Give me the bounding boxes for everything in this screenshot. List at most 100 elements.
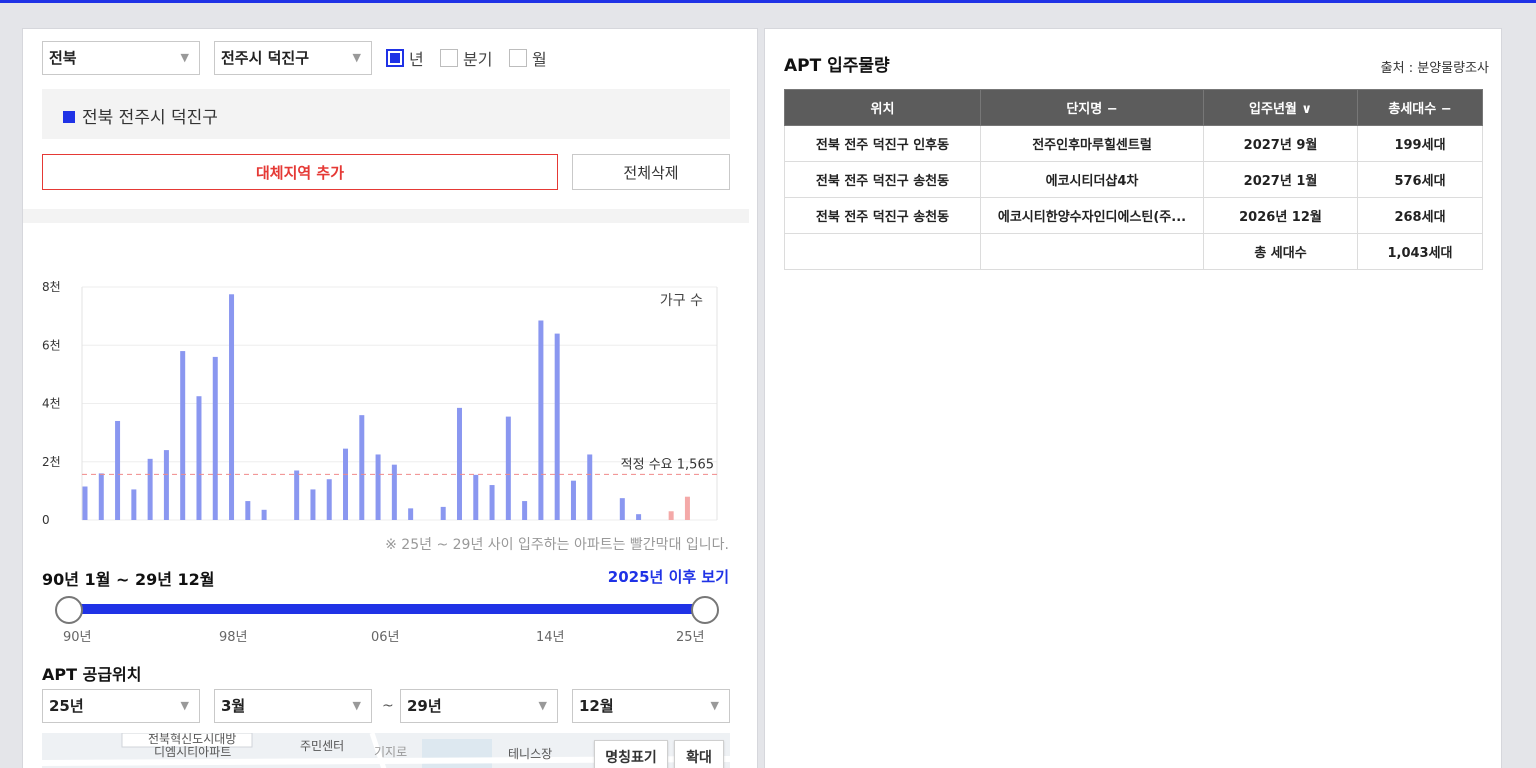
chart-bar	[554, 333, 560, 520]
apt-move-in-table: 위치 단지명 − 입주년월 ∨ 총세대수 − 전북 전주 덕진구 인후동 전주인…	[784, 89, 1483, 270]
chart-bar	[212, 356, 218, 520]
chart-bar	[684, 496, 690, 520]
cell-complex: 전주인후마루힐센트럴	[980, 125, 1204, 162]
table-header-row: 위치 단지명 − 입주년월 ∨ 총세대수 −	[784, 89, 1483, 126]
cell-empty	[980, 233, 1204, 270]
chart-bar	[343, 448, 349, 520]
cell-location: 전북 전주 덕진구 송천동	[784, 197, 981, 234]
chevron-down-icon: ▼	[352, 51, 361, 64]
city-select[interactable]: 전주시 덕진구 ▼	[214, 41, 372, 75]
top-accent-bar	[0, 0, 1536, 3]
province-select[interactable]: 전북 ▼	[42, 41, 200, 75]
y-tick-label: 6천	[42, 337, 61, 352]
chart-bar	[326, 479, 332, 520]
add-alternative-region-button[interactable]: 대체지역 추가	[42, 154, 558, 190]
supply-bar-chart: 02천4천6천8천1990199319961999200220052008201…	[42, 279, 718, 527]
chevron-down-icon: ▼	[180, 51, 189, 64]
chart-bar	[522, 501, 528, 520]
delete-all-button[interactable]: 전체삭제	[572, 154, 730, 190]
chart-bar	[82, 486, 88, 520]
to-month-value: 12월	[579, 697, 614, 715]
checkbox-unchecked-icon	[509, 49, 527, 67]
chart-bar	[391, 464, 397, 520]
map-zoom-button[interactable]: 확대	[674, 740, 724, 768]
apt-move-in-title: APT 입주물량	[784, 56, 890, 76]
checkbox-quarter-label: 분기	[463, 50, 493, 69]
left-panel: 전북 ▼ 전주시 덕진구 ▼ 년 분기 월 전북 전주시 덕진구 대체지역 추가…	[22, 28, 758, 768]
col-header-location[interactable]: 위치	[784, 89, 981, 126]
chart-bar	[408, 508, 414, 520]
cell-move-in-date: 2027년 1월	[1203, 161, 1358, 198]
cell-empty	[784, 233, 981, 270]
to-year-select[interactable]: 29년 ▼	[400, 689, 558, 723]
table-row[interactable]: 전북 전주 덕진구 송천동 에코시티한양수자인디에스틴(주... 2026년 1…	[784, 197, 1483, 234]
selected-region-label: 전북 전주시 덕진구	[82, 108, 218, 128]
chart-bar	[180, 351, 186, 520]
supply-location-title: APT 공급위치	[42, 665, 142, 684]
data-source-label: 출처 : 분양물량조사	[1380, 61, 1489, 76]
section-divider	[23, 209, 749, 223]
from-year-value: 25년	[49, 697, 84, 715]
chart-bar	[587, 454, 593, 520]
chart-bar	[163, 450, 169, 520]
chart-bar	[570, 480, 576, 520]
supply-map[interactable]: 전북혁신도시대방 디엠시티아파트 주민센터 기지로 테니스장 명칭표기 확대	[42, 733, 730, 768]
chart-bar	[196, 396, 202, 520]
map-label: 디엠시티아파트	[154, 745, 232, 759]
cell-move-in-date: 2026년 12월	[1203, 197, 1358, 234]
total-units-label: 총 세대수	[1203, 233, 1358, 270]
table-row[interactable]: 전북 전주 덕진구 송천동 에코시티더샵4차 2027년 1월 576세대	[784, 161, 1483, 198]
chart-legend-label: 가구 수	[660, 293, 703, 309]
cell-location: 전북 전주 덕진구 송천동	[784, 161, 981, 198]
chart-bar	[115, 420, 121, 520]
range-slider-max-handle[interactable]	[691, 596, 719, 624]
checkbox-quarter[interactable]: 분기	[440, 48, 493, 69]
chart-bar	[440, 506, 446, 520]
table-total-row: 총 세대수 1,043세대	[784, 233, 1483, 270]
slider-tick: 14년	[536, 630, 565, 645]
chevron-down-icon: ▼	[352, 699, 361, 712]
checkbox-year[interactable]: 년	[386, 48, 424, 69]
after-2025-link[interactable]: 2025년 이후 보기	[608, 566, 729, 587]
chart-bar	[505, 416, 511, 520]
map-label: 주민센터	[300, 739, 345, 753]
map-label: 기지로	[374, 745, 408, 759]
selected-region-box: 전북 전주시 덕진구	[42, 89, 730, 139]
chevron-down-icon: ▼	[180, 699, 189, 712]
chart-bar	[261, 509, 267, 520]
y-tick-label: 2천	[42, 454, 61, 469]
table-row[interactable]: 전북 전주 덕진구 인후동 전주인후마루힐센트럴 2027년 9월 199세대	[784, 125, 1483, 162]
y-tick-label: 4천	[42, 396, 61, 411]
range-slider-track[interactable]	[69, 604, 705, 614]
cell-complex: 에코시티한양수자인디에스틴(주...	[980, 197, 1204, 234]
cell-total-units: 268세대	[1357, 197, 1483, 234]
y-tick-label: 0	[42, 513, 50, 527]
chart-bar	[294, 470, 300, 520]
to-month-select[interactable]: 12월 ▼	[572, 689, 730, 723]
slider-tick: 98년	[219, 630, 248, 645]
from-year-select[interactable]: 25년 ▼	[42, 689, 200, 723]
cell-complex: 에코시티더샵4차	[980, 161, 1204, 198]
chart-bar	[310, 489, 316, 520]
chart-bar	[245, 501, 251, 520]
province-value: 전북	[49, 49, 77, 67]
col-header-move-in-date-sort[interactable]: 입주년월 ∨	[1203, 89, 1358, 126]
from-month-value: 3월	[221, 697, 246, 715]
col-header-complex-sort[interactable]: 단지명 −	[980, 89, 1204, 126]
y-tick-label: 8천	[42, 279, 61, 294]
reference-label: 적정 수요 1,565	[621, 457, 714, 472]
cell-total-units: 199세대	[1357, 125, 1483, 162]
col-header-total-units-sort[interactable]: 총세대수 −	[1357, 89, 1483, 126]
chart-bar	[473, 474, 479, 520]
slider-tick: 06년	[371, 630, 400, 645]
range-slider-min-handle[interactable]	[55, 596, 83, 624]
map-label-toggle-button[interactable]: 명칭표기	[594, 740, 668, 768]
slider-tick: 25년	[676, 630, 705, 645]
chart-bar	[229, 294, 235, 520]
chart-bar	[98, 473, 104, 520]
chart-bar	[131, 489, 137, 520]
from-month-select[interactable]: 3월 ▼	[214, 689, 372, 723]
checkbox-month[interactable]: 월	[509, 48, 547, 69]
total-units-value: 1,043세대	[1357, 233, 1483, 270]
checkbox-year-label: 년	[409, 50, 424, 69]
